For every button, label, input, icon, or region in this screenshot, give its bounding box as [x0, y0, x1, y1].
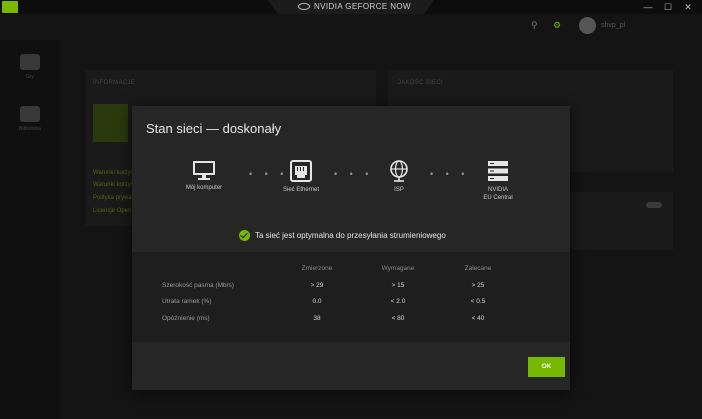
node-ethernet: Sieć Ethernet: [256, 160, 346, 194]
minimize-button[interactable]: —: [641, 1, 655, 13]
row-label-latency: Opóźnienie (ms): [162, 315, 210, 322]
app-brand: NVIDIA GEFORCE NOW: [298, 2, 411, 11]
check-circle-icon: [239, 230, 250, 241]
table-cell: < 80: [391, 315, 405, 322]
nvidia-logo-icon: [2, 1, 18, 13]
nvidia-eye-icon: [298, 3, 310, 10]
globe-icon: [390, 160, 408, 182]
table-cell: < 0.5: [470, 298, 486, 305]
library-icon: [20, 106, 40, 122]
sidebar: Gry Biblioteka: [0, 40, 60, 419]
network-status-dialog: Stan sieci — doskonały Mój komputer • • …: [132, 106, 570, 390]
avatar[interactable]: [579, 17, 596, 34]
info-card-thumbnail: [93, 104, 128, 142]
sidebar-item-games[interactable]: Gry: [0, 54, 60, 80]
search-icon[interactable]: ⚲: [531, 20, 538, 31]
monitor-icon: [193, 161, 215, 180]
column-header-measured: Zmierzone: [301, 265, 333, 272]
row-label-frame-loss: Utrata ramek (%): [162, 298, 212, 305]
info-card-title: INFORMACJE: [93, 80, 135, 86]
table-cell: 0.0: [312, 298, 322, 305]
ok-button[interactable]: OK: [528, 357, 565, 377]
column-header-recommended: Zalecane: [464, 265, 492, 272]
dialog-footer: [132, 342, 570, 390]
server-icon: [488, 161, 508, 181]
dialog-title: Stan sieci — doskonały: [146, 121, 282, 136]
table-cell: < 40: [471, 315, 485, 322]
column-header-required: Wymagane: [381, 265, 415, 272]
sidebar-item-library[interactable]: Biblioteka: [0, 106, 60, 132]
close-button[interactable]: ✕: [681, 1, 695, 13]
gamepad-icon: [20, 54, 40, 70]
node-nvidia-server: NVIDIA EU Central: [453, 160, 543, 202]
table-cell: < 2.0: [390, 298, 406, 305]
table-cell: 38: [313, 315, 321, 322]
table-cell: > 29: [310, 282, 324, 289]
table-cell: > 25: [471, 282, 485, 289]
ethernet-icon: [290, 160, 312, 182]
maximize-button[interactable]: ☐: [661, 1, 675, 13]
settings-toggle[interactable]: [646, 202, 662, 208]
gear-icon[interactable]: ⚙: [553, 20, 561, 31]
username[interactable]: shvp_pl: [601, 22, 625, 29]
network-quality-title: JAKOŚĆ SIECI: [398, 80, 443, 86]
table-cell: > 15: [391, 282, 405, 289]
node-my-computer: Mój komputer: [159, 160, 249, 192]
row-label-bandwidth: Szerokość pasma (Mb/s): [162, 282, 234, 289]
title-bar: NVIDIA GEFORCE NOW — ☐ ✕: [0, 0, 702, 14]
network-status-message: Ta sieć jest optymalna do przesyłania st…: [239, 230, 446, 241]
